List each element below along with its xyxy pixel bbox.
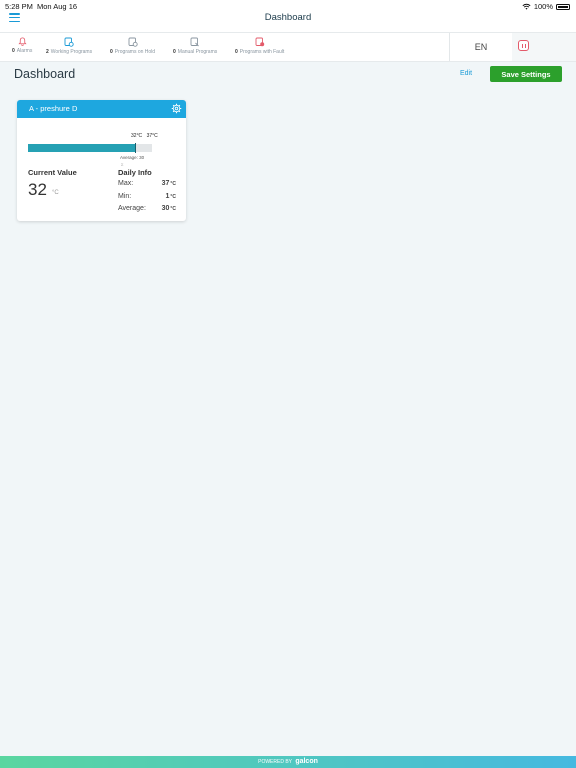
sensor-widget-card: A - preshure D 32°C 37°C Average: 30 Σ C… — [17, 100, 186, 221]
gear-icon[interactable] — [171, 103, 182, 114]
bar-top-labels: 32°C 37°C — [131, 133, 161, 139]
daily-max-label: Max: — [118, 180, 134, 187]
language-selector[interactable]: EN — [450, 33, 512, 61]
status-right: 100% — [522, 2, 570, 11]
current-value: 32 — [28, 180, 47, 199]
toolbar-alarms[interactable]: 0 Alarms — [12, 37, 32, 54]
pause-icon[interactable] — [518, 40, 529, 51]
programs-on-hold-label: Programs on Hold — [114, 49, 156, 55]
program-running-icon — [64, 37, 74, 47]
status-date: Mon Aug 16 — [37, 2, 78, 11]
manual-programs-label: Manual Programs — [177, 49, 218, 55]
toolbar-programs-on-hold[interactable]: 0 Programs on Hold — [110, 37, 155, 55]
daily-max-value: 37°C — [161, 180, 176, 187]
daily-average-value: 30°C — [161, 205, 176, 212]
value-bar-track — [28, 143, 152, 153]
manual-programs-count: 0 — [173, 49, 176, 55]
page-header: Dashboard Edit Save Settings — [0, 62, 576, 86]
working-programs-count: 2 — [46, 49, 49, 55]
toolbar-working-programs[interactable]: 2 Working Programs — [46, 37, 92, 55]
battery-percent: 100% — [533, 2, 553, 11]
current-value-title: Current Value — [28, 168, 77, 177]
powered-by-footer: POWERED BY galcon — [0, 756, 576, 768]
program-fault-icon — [255, 37, 264, 47]
nav-title: Dashboard — [264, 12, 312, 23]
toolbar-programs-with-fault[interactable]: 0 Programs with Fault — [235, 37, 284, 55]
toolbar-manual-programs[interactable]: 0 Manual Programs — [173, 37, 217, 55]
programs-with-fault-count: 0 — [235, 49, 238, 55]
bar-average-label: Average: 30 — [120, 155, 145, 160]
battery-icon — [556, 3, 570, 10]
widget-title: A - preshure D — [29, 104, 78, 113]
daily-min-label: Min: — [118, 193, 132, 200]
program-manual-icon — [190, 37, 199, 47]
bell-icon — [18, 37, 27, 46]
value-bar-marker — [135, 143, 136, 153]
current-value-unit: °C — [52, 190, 59, 196]
daily-info-title: Daily Info — [118, 168, 152, 177]
value-bar-fill — [28, 144, 135, 152]
nav-bar: Dashboard — [0, 12, 576, 32]
language-panel: EN — [449, 33, 576, 61]
wifi-icon — [522, 3, 531, 10]
bar-max-label: 37°C — [146, 133, 158, 139]
powered-by-label: POWERED BY — [258, 759, 292, 765]
alarms-label: Alarms — [16, 48, 33, 54]
daily-info-row-max: Max: 37°C — [118, 180, 176, 190]
status-bar: 5:28 PM Mon Aug 16 100% — [0, 0, 576, 12]
status-toolbar: 0 Alarms 2 Working Programs 0 Programs on H… — [0, 32, 576, 62]
widget-header: A - preshure D — [17, 100, 186, 118]
average-mark: Σ — [121, 162, 124, 167]
brand-logo: galcon — [295, 758, 318, 765]
program-hold-icon — [128, 37, 138, 47]
status-time: 5:28 PM — [5, 2, 33, 11]
bar-current-label: 32°C — [131, 133, 143, 139]
working-programs-label: Working Programs — [50, 49, 93, 55]
daily-info-row-average: Average: 30°C — [118, 205, 176, 215]
daily-info-row-min: Min: 1°C — [118, 193, 176, 203]
daily-average-label: Average: — [118, 205, 146, 212]
edit-link[interactable]: Edit — [460, 70, 472, 77]
programs-with-fault-label: Programs with Fault — [239, 49, 285, 55]
programs-on-hold-count: 0 — [110, 49, 113, 55]
alarms-count: 0 — [12, 48, 15, 54]
daily-min-value: 1°C — [165, 193, 176, 200]
page-title: Dashboard — [14, 67, 76, 81]
save-settings-button[interactable]: Save Settings — [490, 66, 562, 82]
